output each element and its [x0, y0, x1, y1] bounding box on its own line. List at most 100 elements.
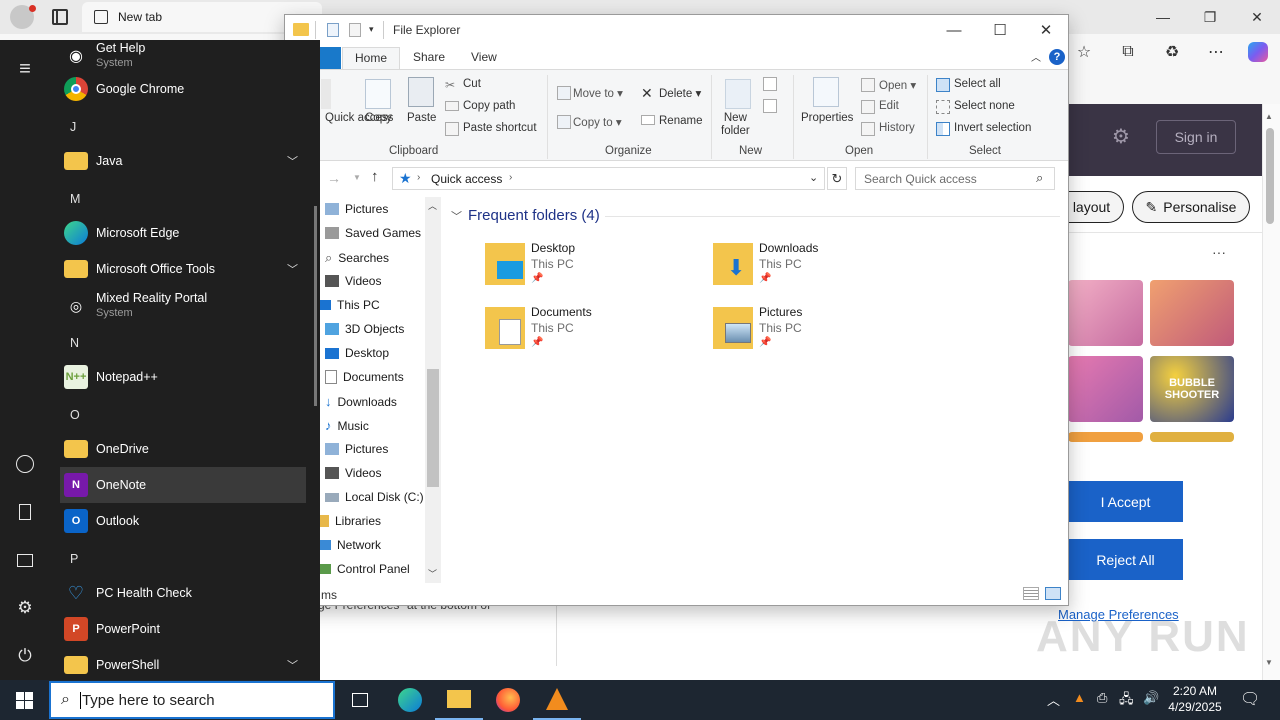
- explorer-close-button[interactable]: ✕: [1023, 15, 1069, 45]
- settings-icon[interactable]: ⚙: [12, 595, 38, 621]
- paste-shortcut-button[interactable]: Paste shortcut: [463, 122, 537, 134]
- folder-tile-desktop[interactable]: Desktop This PC 📌: [485, 241, 695, 301]
- app-java-folder[interactable]: Java ﹀: [60, 143, 306, 179]
- game-card[interactable]: [1150, 280, 1234, 346]
- properties-button[interactable]: Properties: [801, 112, 853, 124]
- copilot-icon[interactable]: [1244, 40, 1272, 64]
- nav-item[interactable]: Local Disk (C:): [325, 490, 424, 504]
- profile-avatar-icon[interactable]: [10, 5, 36, 29]
- game-card[interactable]: [1068, 432, 1143, 442]
- new-folder-qat-icon[interactable]: [349, 23, 361, 37]
- rename-button[interactable]: Rename: [659, 115, 702, 127]
- start-menu-scrollbar[interactable]: [314, 206, 317, 406]
- nav-item[interactable]: ↓ Downloads: [325, 394, 397, 409]
- large-icons-view-icon[interactable]: [1045, 587, 1061, 600]
- volume-icon[interactable]: 🔊: [1143, 690, 1159, 706]
- accept-cookies-button[interactable]: I Accept: [1068, 481, 1183, 522]
- nav-item[interactable]: Saved Games: [325, 226, 421, 240]
- app-microsoft-edge[interactable]: Microsoft Edge: [60, 215, 306, 251]
- cut-button[interactable]: Cut: [463, 78, 481, 90]
- move-to-button[interactable]: Move to ▾: [573, 86, 623, 100]
- favorites-icon[interactable]: ☆: [1070, 40, 1098, 64]
- section-letter-o[interactable]: O: [70, 408, 80, 422]
- task-view-button[interactable]: [336, 680, 384, 720]
- feed-more-icon[interactable]: ···: [1212, 244, 1226, 260]
- minimize-ribbon-icon[interactable]: ︿: [1031, 49, 1041, 64]
- copy-to-button[interactable]: Copy to ▾: [573, 115, 622, 129]
- address-bar[interactable]: ★ › Quick access › ⌄: [392, 167, 825, 190]
- reject-cookies-button[interactable]: Reject All: [1068, 539, 1183, 580]
- app-powerpoint[interactable]: P PowerPoint: [60, 611, 306, 647]
- select-none-button[interactable]: Select none: [954, 100, 1015, 112]
- help-icon[interactable]: ?: [1049, 49, 1065, 65]
- page-layout-button[interactable]: layout: [1060, 191, 1124, 223]
- copy-button[interactable]: Copy: [365, 112, 392, 124]
- app-outlook[interactable]: O Outlook: [60, 503, 306, 539]
- tab-view[interactable]: View: [471, 50, 497, 64]
- section-letter-j[interactable]: J: [70, 120, 76, 134]
- nav-item[interactable]: Pictures: [325, 442, 388, 456]
- system-clock[interactable]: 2:20 AM 4/29/2025: [1160, 683, 1230, 715]
- app-pc-health-check[interactable]: ♡ PC Health Check: [60, 575, 306, 611]
- account-icon[interactable]: [12, 451, 38, 477]
- game-card[interactable]: [1068, 356, 1143, 422]
- scroll-up-arrow-icon[interactable]: ▲: [1265, 112, 1273, 121]
- forward-arrow-icon[interactable]: →: [327, 170, 341, 186]
- taskbar-firefox-button[interactable]: [484, 680, 532, 720]
- nav-item[interactable]: 3D Objects: [325, 322, 404, 336]
- notifications-icon[interactable]: 🗨: [1240, 689, 1260, 709]
- paste-button[interactable]: Paste: [407, 112, 436, 124]
- more-options-icon[interactable]: ⋯: [1202, 40, 1230, 64]
- app-onenote[interactable]: N OneNote: [60, 467, 306, 503]
- taskbar-edge-button[interactable]: [386, 680, 434, 720]
- app-powershell-folder[interactable]: PowerShell ﹀: [60, 647, 306, 683]
- sign-in-button[interactable]: Sign in: [1156, 120, 1236, 154]
- explorer-maximize-button[interactable]: ☐: [977, 15, 1023, 45]
- page-scrollbar-thumb[interactable]: [1266, 128, 1274, 224]
- explorer-title-bar[interactable]: ▾ File Explorer — ☐ ✕: [285, 15, 1068, 45]
- power-icon[interactable]: ⏻: [12, 643, 38, 669]
- properties-qat-icon[interactable]: [327, 23, 339, 37]
- nav-item-control-panel[interactable]: Control Panel: [319, 562, 410, 576]
- collections-icon[interactable]: ⧉: [1114, 40, 1142, 64]
- tab-home[interactable]: Home: [342, 47, 401, 70]
- search-icon[interactable]: ⌕: [1036, 170, 1043, 186]
- invert-selection-button[interactable]: Invert selection: [954, 122, 1031, 134]
- device-tray-icon[interactable]: ⎙: [1097, 690, 1107, 706]
- select-all-button[interactable]: Select all: [954, 78, 1001, 90]
- details-view-icon[interactable]: [1023, 587, 1039, 600]
- network-icon[interactable]: 🖧: [1119, 690, 1134, 712]
- address-dropdown-icon[interactable]: ⌄: [809, 171, 818, 184]
- nav-item[interactable]: Pictures: [325, 202, 388, 216]
- section-letter-n[interactable]: N: [70, 336, 79, 350]
- nav-item[interactable]: Documents: [325, 370, 404, 384]
- nav-scrollbar-thumb[interactable]: [427, 369, 439, 487]
- folder-tile-documents[interactable]: Documents This PC 📌: [485, 305, 695, 365]
- new-folder-button[interactable]: New folder: [721, 112, 750, 138]
- expand-menu-icon[interactable]: ≡: [12, 56, 38, 82]
- app-notepad-plus-plus[interactable]: N++ Notepad++: [60, 359, 306, 395]
- delete-button[interactable]: Delete ▾: [659, 86, 701, 100]
- restore-button[interactable]: ❐: [1187, 4, 1233, 30]
- folder-tile-downloads[interactable]: ⬇ Downloads This PC 📌: [713, 241, 923, 301]
- vlc-tray-icon[interactable]: ▲: [1073, 690, 1086, 705]
- explorer-minimize-button[interactable]: —: [931, 15, 977, 45]
- game-card[interactable]: [1068, 280, 1143, 346]
- section-letter-p[interactable]: P: [70, 552, 78, 566]
- taskbar-file-explorer-button[interactable]: [435, 680, 483, 720]
- nav-item[interactable]: ♪ Music: [325, 418, 369, 433]
- open-button[interactable]: Open ▾: [879, 78, 916, 92]
- game-card-bubble-shooter[interactable]: BUBBLE SHOOTER: [1150, 356, 1234, 422]
- nav-item[interactable]: Videos: [325, 466, 381, 480]
- breadcrumb-quick-access[interactable]: Quick access: [431, 172, 502, 186]
- taskbar-vlc-button[interactable]: [533, 680, 581, 720]
- history-button[interactable]: History: [879, 122, 915, 134]
- app-get-help[interactable]: ◉ Get Help System: [60, 36, 306, 76]
- nav-item-network[interactable]: Network: [319, 538, 381, 552]
- frequent-folders-header[interactable]: ﹀ Frequent folders (4): [451, 207, 600, 224]
- nav-item-libraries[interactable]: Libraries: [319, 514, 381, 528]
- folder-tile-pictures[interactable]: Pictures This PC 📌: [713, 305, 923, 365]
- nav-item[interactable]: Desktop: [325, 346, 389, 360]
- nav-item[interactable]: Videos: [325, 274, 381, 288]
- tab-actions-icon[interactable]: [52, 9, 68, 25]
